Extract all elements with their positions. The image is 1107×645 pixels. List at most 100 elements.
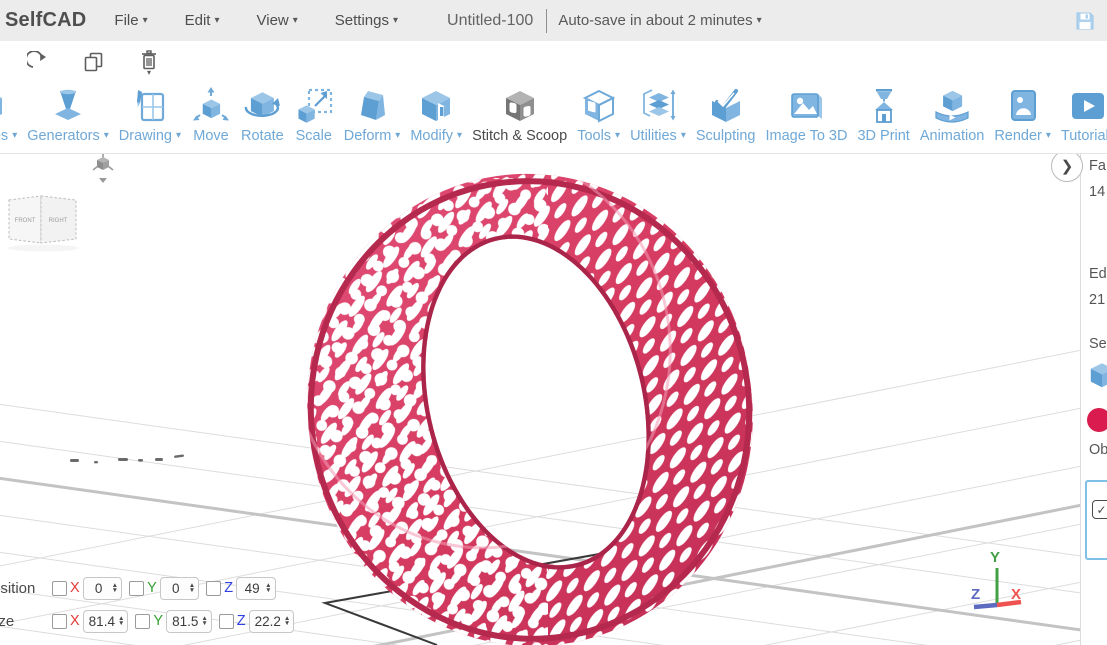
view-cube-front-label[interactable]: FRONT <box>15 218 36 224</box>
chevron-down-icon: ▾ <box>147 71 151 74</box>
tutorials-icon <box>1068 87 1107 127</box>
toolbar-item-tutorials[interactable]: Tutorials <box>1056 87 1107 144</box>
size-y-input[interactable]: 81.5 ▲▼ <box>166 610 212 633</box>
size-z-input[interactable]: 22.2 ▲▼ <box>249 610 295 633</box>
position-x-input[interactable]: 0 ▲▼ <box>83 577 122 600</box>
autosave-status: Auto-save in about 2 minutes <box>558 12 752 29</box>
chevron-down-icon: ▾ <box>293 16 298 26</box>
viewport-canvas[interactable]: Y Z X <box>0 148 1107 645</box>
toolbar-label: Deform <box>344 128 392 144</box>
axis-y-letter: Y <box>147 580 157 596</box>
spinner-arrows-icon[interactable]: ▲▼ <box>201 616 207 626</box>
size-y-lock-checkbox[interactable] <box>135 614 150 629</box>
redo-button[interactable] <box>27 51 47 73</box>
material-color-swatch[interactable] <box>1085 406 1107 438</box>
toolbar-item-rotate[interactable]: Rotate <box>236 87 289 144</box>
view-cube-right-label[interactable]: RIGHT <box>49 218 68 224</box>
toolbar-item-image-to-3d[interactable]: Image To 3D <box>761 87 853 144</box>
size-x-value: 81.4 <box>89 614 115 629</box>
size-x-input[interactable]: 81.4 ▲▼ <box>83 610 129 633</box>
object-visibility-checkbox[interactable]: ✓ <box>1092 500 1107 519</box>
toolbar-label: Utilities <box>630 128 677 144</box>
orientation-gizmo[interactable] <box>86 148 120 188</box>
quick-action-bar: ▾ <box>0 41 1107 82</box>
size-row: Size X 81.4 ▲▼ Y 81.5 ▲▼ Z 22.2 ▲▼ <box>0 608 301 634</box>
spinner-arrows-icon[interactable]: ▲▼ <box>265 583 271 593</box>
toolbar-label: Rotate <box>241 128 284 144</box>
menu-settings[interactable]: Settings ▾ <box>335 12 398 29</box>
edges-stat-label: Ed <box>1089 266 1107 282</box>
deform-icon <box>352 87 392 127</box>
copy-button[interactable] <box>83 51 104 73</box>
chevron-down-icon: ▾ <box>143 16 148 26</box>
chevron-down-icon: ▾ <box>457 131 462 141</box>
object-list-item[interactable]: ✓ <box>1085 480 1107 560</box>
model-voronoi-ring[interactable] <box>80 148 1080 645</box>
position-y-value: 0 <box>166 581 186 596</box>
spinner-arrows-icon[interactable]: ▲▼ <box>112 583 118 593</box>
save-button[interactable] <box>1074 10 1096 32</box>
objects-label: Ob <box>1089 442 1107 458</box>
spinner-arrows-icon[interactable]: ▲▼ <box>284 616 290 626</box>
size-x-lock-checkbox[interactable] <box>52 614 67 629</box>
stitch-scoop-icon <box>500 87 540 127</box>
view-cube[interactable]: FRONT RIGHT <box>3 186 85 254</box>
position-row: Position X 0 ▲▼ Y 0 ▲▼ Z 49 ▲▼ <box>0 575 283 601</box>
toolbar-item-animation[interactable]: Animation <box>915 87 989 144</box>
position-x-lock-checkbox[interactable] <box>52 581 67 596</box>
menu-edit-label: Edit <box>185 12 211 29</box>
spinner-arrows-icon[interactable]: ▲▼ <box>189 583 195 593</box>
save-icon <box>1074 10 1096 32</box>
toolbar-item-deform[interactable]: Deform▾ <box>339 87 406 144</box>
selection-label: Sel <box>1089 336 1107 352</box>
position-z-lock-checkbox[interactable] <box>206 581 221 596</box>
size-z-lock-checkbox[interactable] <box>219 614 234 629</box>
selected-mesh-icon[interactable] <box>1086 360 1107 396</box>
panel-collapse-button[interactable]: ❯ <box>1051 150 1083 182</box>
toolbar-item-3d-print[interactable]: 3D Print <box>852 87 914 144</box>
document-title: Untitled-100 <box>447 12 533 30</box>
toolbar-item-shapes[interactable]: Shapes▾ <box>0 87 22 144</box>
drawing-icon <box>130 87 170 127</box>
toolbar-item-stitch-scoop[interactable]: Stitch & Scoop <box>467 87 572 144</box>
position-y-input[interactable]: 0 ▲▼ <box>160 577 199 600</box>
toolbar-label: 3D Print <box>857 128 909 144</box>
toolbar-label: Drawing <box>119 128 172 144</box>
axis-z-label: Z <box>971 586 980 603</box>
toolbar-item-render[interactable]: Render▾ <box>989 87 1056 144</box>
utilities-icon <box>638 87 678 127</box>
autosave-dropdown[interactable]: Auto-save in about 2 minutes ▾ <box>558 12 761 29</box>
axis-x-label: X <box>1011 586 1021 603</box>
app-logo: SelfCAD <box>5 9 86 32</box>
toolbar-item-scale[interactable]: Scale <box>289 87 339 144</box>
toolbar-label: Generators <box>27 128 100 144</box>
position-z-input[interactable]: 49 ▲▼ <box>236 577 275 600</box>
toolbar-label: Animation <box>920 128 984 144</box>
position-x-field: X 0 ▲▼ <box>52 577 122 600</box>
size-z-field: Z 22.2 ▲▼ <box>219 610 295 633</box>
position-y-lock-checkbox[interactable] <box>129 581 144 596</box>
toolbar-item-generators[interactable]: Generators▾ <box>22 87 114 144</box>
modify-icon <box>416 87 456 127</box>
spinner-arrows-icon[interactable]: ▲▼ <box>118 616 124 626</box>
sculpting-icon <box>706 87 746 127</box>
faces-stat-label: Fa <box>1089 158 1106 174</box>
toolbar-item-drawing[interactable]: Drawing▾ <box>114 87 186 144</box>
size-y-value: 81.5 <box>172 614 198 629</box>
axis-z-letter: Z <box>224 580 233 596</box>
toolbar-item-move[interactable]: Move <box>186 87 236 144</box>
move-icon <box>191 87 231 127</box>
axis-triad: Y Z X <box>971 549 1021 607</box>
distant-marks <box>70 454 184 463</box>
menu-view[interactable]: View ▾ <box>257 12 298 29</box>
delete-button[interactable]: ▾ <box>140 50 158 74</box>
toolbar-item-utilities[interactable]: Utilities▾ <box>625 87 691 144</box>
size-label: Size <box>0 613 52 630</box>
toolbar-item-tools[interactable]: Tools▾ <box>572 87 625 144</box>
viewport[interactable]: Y Z X FRONT RIGHT Position X 0 ▲▼ <box>0 148 1107 645</box>
menu-edit[interactable]: Edit ▾ <box>185 12 220 29</box>
toolbar-item-sculpting[interactable]: Sculpting <box>691 87 761 144</box>
toolbar-item-modify[interactable]: Modify▾ <box>405 87 467 144</box>
menu-file[interactable]: File ▾ <box>114 12 147 29</box>
chevron-down-icon: ▾ <box>12 131 17 141</box>
